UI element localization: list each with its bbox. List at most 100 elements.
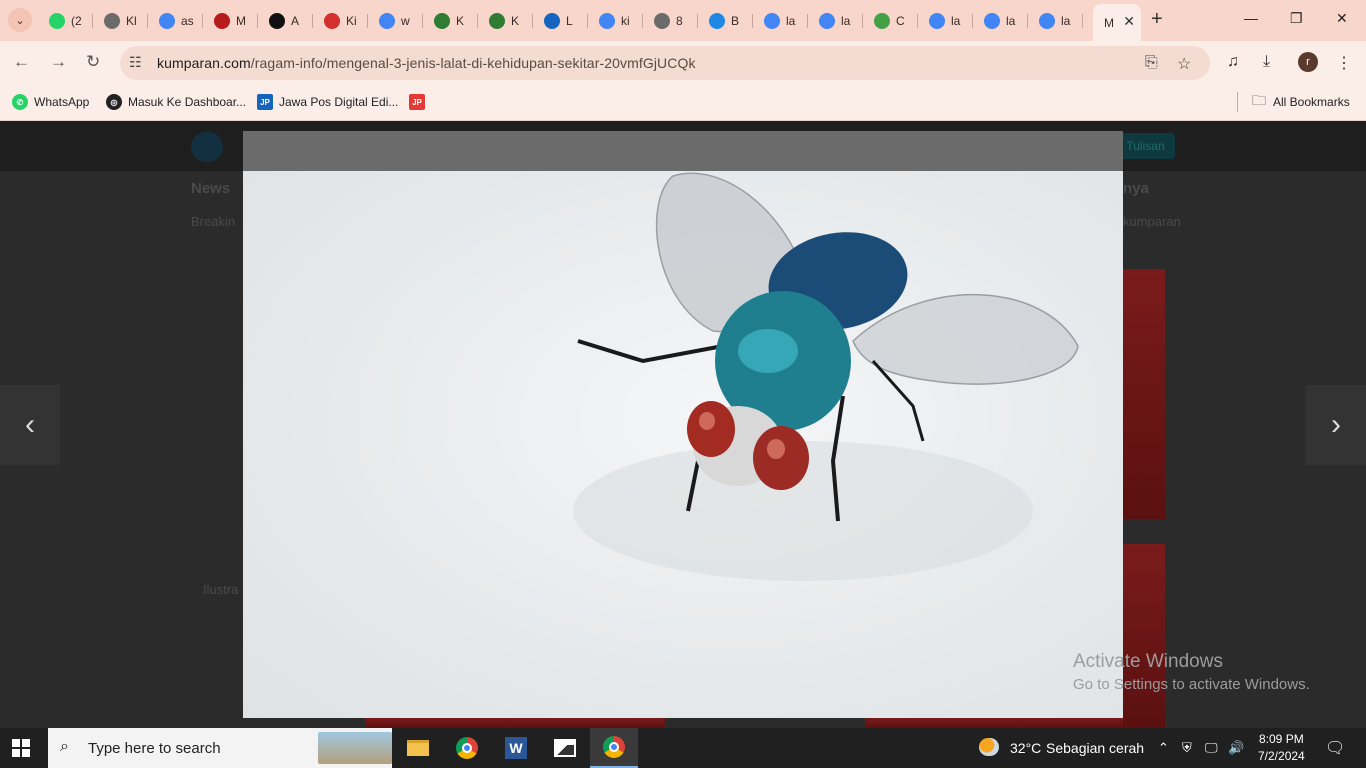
tab-12[interactable]: B [698, 6, 753, 35]
globe-icon [104, 12, 120, 29]
emblem-icon [434, 12, 450, 29]
restore-button[interactable]: ❐ [1290, 10, 1303, 27]
caption-label: Ilustra [203, 582, 239, 597]
close-tab-icon[interactable]: ✕ [1123, 13, 1135, 30]
tab-18[interactable]: la [1028, 6, 1083, 35]
back-button[interactable]: ← [13, 53, 30, 71]
image-lightbox [243, 131, 1123, 718]
clock-time[interactable]: 8:09 PM [1259, 732, 1304, 746]
chevron-down-icon: ⌄ [15, 14, 25, 27]
reload-button[interactable]: ↻ [86, 53, 100, 71]
show-hidden-icons-icon[interactable]: ⌃ [1158, 740, 1169, 756]
weather-icon[interactable] [979, 738, 999, 756]
forward-button[interactable]: → [50, 53, 67, 71]
write-button[interactable]: Tulisan [1116, 133, 1175, 159]
clock-date[interactable]: 7/2/2024 [1258, 749, 1305, 763]
tab-16[interactable]: la [918, 6, 973, 35]
bookmark-star-icon[interactable]: ☆ [1177, 54, 1191, 74]
google-icon [159, 12, 175, 29]
google-icon [379, 12, 395, 29]
bookmark-whatsapp[interactable]: ✆ WhatsApp [12, 93, 89, 111]
tab-6[interactable]: w [368, 6, 423, 35]
search-highlight-image [318, 732, 392, 764]
security-icon[interactable]: ⛨ [1182, 740, 1192, 756]
weather-temp[interactable]: 32°C [1010, 740, 1041, 756]
bookmark-dashboard[interactable]: ◎ Masuk Ke Dashboar... [106, 93, 246, 111]
ad-strip-left [365, 718, 665, 728]
tab-7[interactable]: K [423, 6, 478, 35]
tab-8[interactable]: K [478, 6, 533, 35]
google-icon [929, 12, 945, 29]
media-control-icon[interactable]: ♫ [1227, 53, 1239, 71]
tab-search-button[interactable]: ⌄ [8, 8, 32, 32]
word-icon[interactable]: W [492, 728, 540, 768]
chevron-right-icon: › [1331, 408, 1341, 441]
globe-icon: ◎ [106, 94, 122, 110]
install-app-icon[interactable]: ⎘ [1145, 54, 1158, 72]
browser-toolbar: ← → ↻ ☷ kumparan.com/ragam-info/mengenal… [0, 41, 1366, 85]
tab-label: C [896, 13, 905, 28]
tab-3[interactable]: M [203, 6, 258, 35]
notification-icon[interactable]: 🗨 [1325, 738, 1345, 758]
file-explorer-icon[interactable] [394, 728, 442, 768]
tab-label: M [1104, 15, 1114, 30]
taskbar-search[interactable]: ⌕ Type here to search [48, 728, 392, 768]
all-bookmarks-button[interactable]: 🗀 All Bookmarks [1252, 92, 1350, 111]
tab-label: A [291, 13, 300, 28]
address-bar[interactable]: ☷ kumparan.com/ragam-info/mengenal-3-jen… [120, 46, 1210, 80]
bookmark-jps[interactable]: JP [409, 93, 431, 111]
tab-label: w [401, 13, 410, 28]
tab-5[interactable]: Ki [313, 6, 368, 35]
tab-1[interactable]: Kl [93, 6, 148, 35]
ad-strip-right [865, 718, 1123, 728]
tab-active[interactable]: M ✕ [1093, 4, 1141, 41]
start-button[interactable] [12, 739, 30, 757]
next-image-button[interactable]: › [1306, 385, 1366, 465]
tab-17[interactable]: la [973, 6, 1028, 35]
fly-photo [573, 172, 1079, 581]
url-text[interactable]: kumparan.com/ragam-info/mengenal-3-jenis… [157, 55, 696, 71]
weather-desc[interactable]: Sebagian cerah [1046, 740, 1144, 756]
tab-15[interactable]: C [863, 6, 918, 35]
tab-9[interactable]: L [533, 6, 588, 35]
activate-windows-title: Activate Windows [1073, 651, 1223, 672]
tab-label: la [1061, 13, 1071, 28]
network-icon[interactable]: 🖵 [1205, 740, 1218, 756]
menu-icon[interactable]: ⋮ [1336, 53, 1352, 73]
jps-icon: JP [409, 94, 425, 110]
tab-label: as [181, 13, 194, 28]
tab-label: M [236, 13, 246, 28]
previous-image-button[interactable]: ‹ [0, 385, 60, 465]
tab-11[interactable]: 8 [643, 6, 698, 35]
tab-label: la [841, 13, 851, 28]
c-icon [874, 12, 890, 29]
ad-banner-bottom[interactable] [1123, 544, 1165, 728]
d-icon [544, 12, 560, 29]
new-tab-button[interactable]: + [1151, 9, 1163, 29]
profile-avatar[interactable]: r [1298, 52, 1318, 72]
search-placeholder: Type here to search [88, 740, 221, 757]
minimize-button[interactable]: — [1244, 10, 1258, 26]
bookmarks-bar: ✆ WhatsApp ◎ Masuk Ke Dashboar... JP Jaw… [0, 85, 1366, 121]
tab-4[interactable]: A [258, 6, 313, 35]
page-content: Tulisan News Breakin nya kumparan Ilustr… [0, 121, 1366, 728]
close-window-button[interactable]: ✕ [1336, 10, 1348, 27]
tab-label: K [456, 13, 465, 28]
chrome-icon[interactable] [443, 728, 491, 768]
bookmark-jawapos[interactable]: JP Jawa Pos Digital Edi... [257, 93, 398, 111]
tab-10[interactable]: ki [588, 6, 643, 35]
tab-label: B [731, 13, 740, 28]
tab-0[interactable]: (2 [38, 6, 93, 35]
tab-label: la [1006, 13, 1016, 28]
tab-14[interactable]: la [808, 6, 863, 35]
photos-icon[interactable] [541, 728, 589, 768]
site-info-icon[interactable]: ☷ [129, 54, 142, 71]
tab-label: L [566, 13, 573, 28]
kumparan-label: kumparan [1123, 214, 1181, 229]
tab-13[interactable]: la [753, 6, 808, 35]
downloads-icon[interactable]: ⤓ [1263, 53, 1270, 71]
chrome-profile-icon[interactable] [590, 728, 638, 768]
volume-icon[interactable]: 🔊 [1228, 740, 1244, 756]
ad-banner-top[interactable] [1123, 269, 1165, 519]
tab-2[interactable]: as [148, 6, 203, 35]
